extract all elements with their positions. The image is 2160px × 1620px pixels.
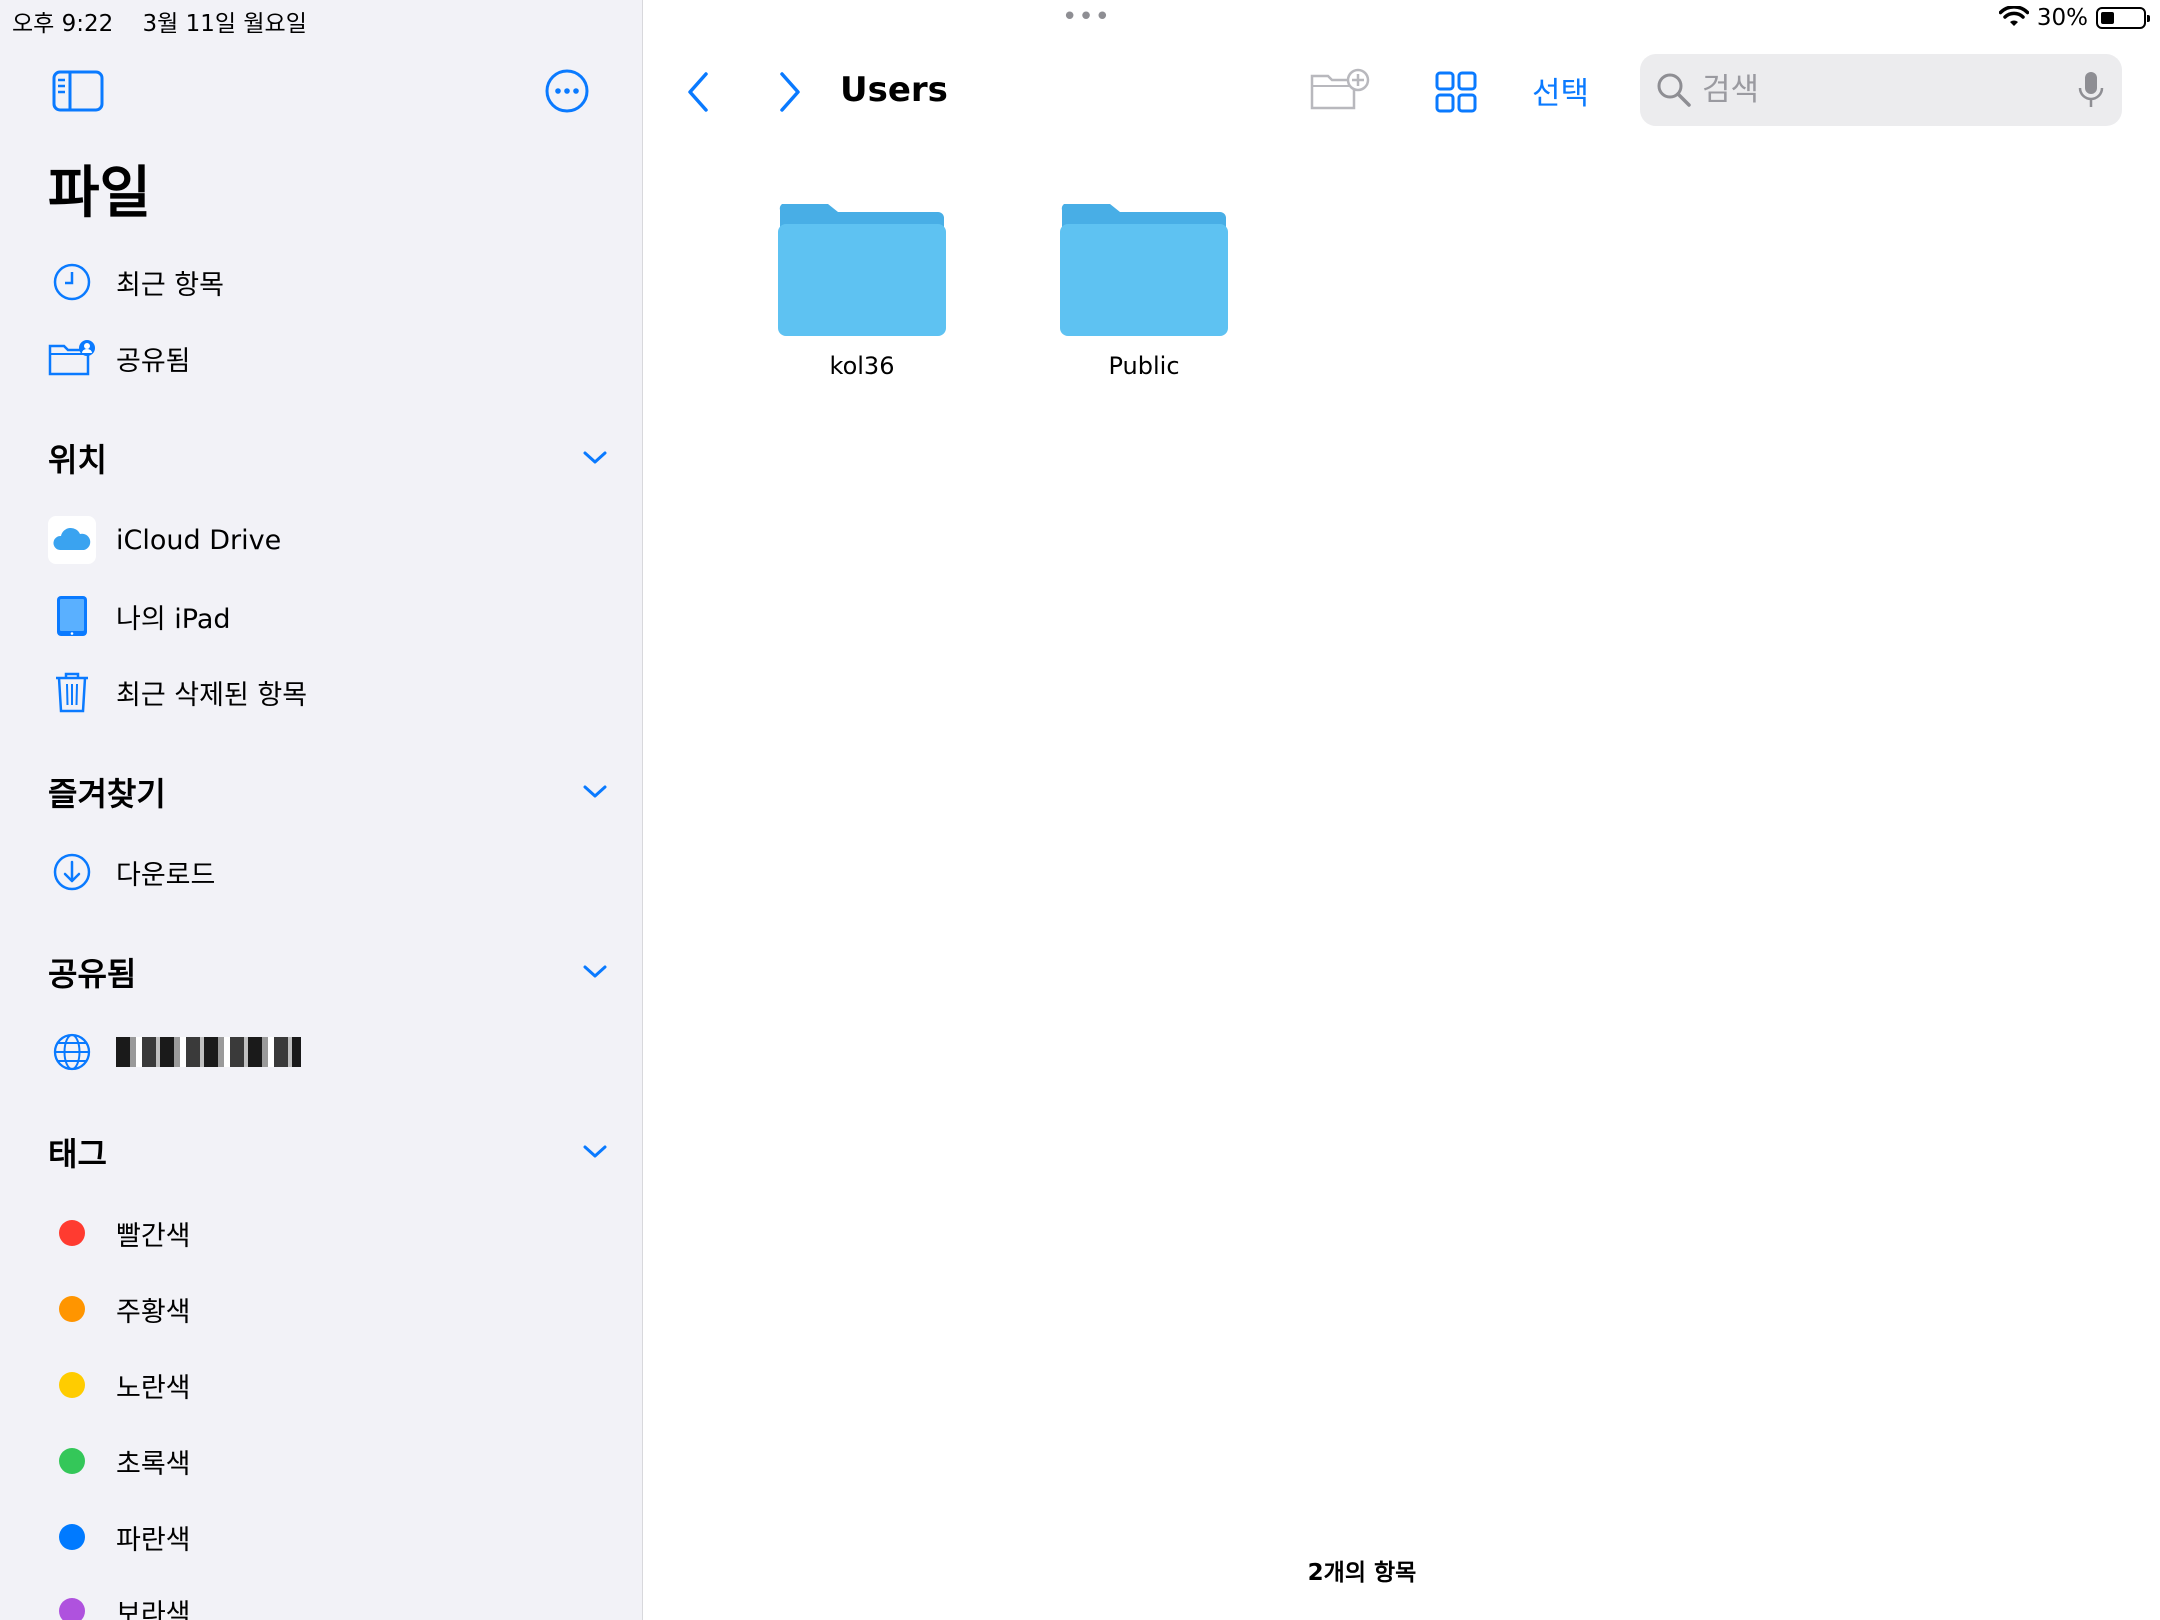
download-icon	[48, 848, 96, 896]
tag-dot-icon	[59, 1448, 85, 1474]
folder-icon	[778, 204, 946, 336]
sidebar-item-tag-blue[interactable]: 파란색	[48, 1507, 608, 1567]
chevron-left-icon	[688, 72, 708, 112]
sidebar-toggle-button[interactable]	[52, 70, 104, 116]
section-header-locations[interactable]: 위치	[48, 428, 608, 488]
sidebar: 파일 최근 항목 공유됨 위치 iCloud Drive 나의 iPad 최근 …	[0, 0, 643, 1620]
battery-icon	[2096, 7, 2150, 29]
clock-icon	[48, 258, 96, 306]
select-button[interactable]: 선택	[1532, 68, 1589, 113]
section-title: 즐겨찾기	[48, 775, 166, 813]
sidebar-item-label: 노란색	[116, 1372, 191, 1404]
more-button[interactable]	[544, 68, 590, 118]
item-count: 2개의 항목	[1307, 1560, 1417, 1586]
sidebar-item-icloud-drive[interactable]: iCloud Drive	[48, 510, 608, 570]
battery-fill	[2101, 12, 2114, 24]
chevron-right-icon	[780, 72, 800, 112]
sidebar-item-shared-server[interactable]	[48, 1022, 608, 1082]
back-button[interactable]	[684, 70, 712, 118]
sidebar-item-label: 공유됨	[116, 345, 191, 377]
chevron-down-icon[interactable]	[582, 784, 608, 800]
new-folder-icon	[1310, 68, 1370, 110]
folder-name: kol36	[829, 352, 895, 380]
grid-icon	[1435, 71, 1477, 113]
section-header-shared[interactable]: 공유됨	[48, 942, 608, 1002]
status-right: 30%	[1998, 5, 2150, 31]
folder-item[interactable]: kol36	[752, 200, 972, 380]
sidebar-item-tag-yellow[interactable]: 노란색	[48, 1355, 608, 1415]
shared-folder-icon	[48, 334, 96, 382]
section-title: 공유됨	[48, 955, 137, 993]
battery-percent: 30%	[2036, 5, 2088, 31]
ipad-icon	[48, 592, 96, 640]
ellipsis-circle-icon	[545, 69, 589, 113]
sidebar-item-label: 초록색	[116, 1448, 191, 1480]
chevron-down-icon[interactable]	[582, 964, 608, 980]
sidebar-item-label: 최근 항목	[116, 269, 224, 301]
sidebar-item-my-ipad[interactable]: 나의 iPad	[48, 586, 608, 646]
sidebar-item-label: 주황색	[116, 1296, 191, 1328]
tag-dot-icon	[59, 1598, 85, 1620]
folder-item[interactable]: Public	[1034, 200, 1254, 380]
sidebar-item-tag-green[interactable]: 초록색	[48, 1431, 608, 1491]
tag-dot-icon	[59, 1220, 85, 1246]
new-folder-button[interactable]	[1310, 68, 1370, 116]
microphone-icon[interactable]	[2078, 70, 2104, 110]
chevron-down-icon[interactable]	[582, 1144, 608, 1160]
section-header-favorites[interactable]: 즐겨찾기	[48, 762, 608, 822]
sidebar-item-label: iCloud Drive	[116, 524, 282, 556]
sidebar-item-recents[interactable]: 최근 항목	[48, 252, 608, 312]
search-icon	[1657, 73, 1691, 107]
icloud-icon	[48, 516, 96, 564]
folder-icon	[1060, 204, 1228, 336]
sidebar-icon	[52, 70, 104, 112]
sidebar-title: 파일	[48, 161, 152, 226]
globe-icon	[48, 1028, 96, 1076]
section-title: 위치	[48, 441, 107, 479]
trash-icon	[48, 668, 96, 716]
folder-name: Public	[1108, 352, 1180, 380]
wifi-icon	[1998, 6, 2029, 26]
sidebar-item-label: 빨간색	[116, 1220, 191, 1252]
main-content: Users 선택 kol36 Public 2개의 항목	[644, 0, 2160, 1620]
redacted-server-name	[116, 1037, 301, 1067]
status-clock: 오후 9:22	[12, 11, 114, 37]
sidebar-item-label: 보라색	[116, 1598, 191, 1620]
search-bar[interactable]	[1640, 54, 2122, 126]
sidebar-item-label: 파란색	[116, 1524, 191, 1556]
section-title: 태그	[48, 1135, 107, 1173]
status-date: 3월 11일 월요일	[142, 11, 307, 37]
tag-dot-icon	[59, 1372, 85, 1398]
sidebar-item-tag-orange[interactable]: 주황색	[48, 1279, 608, 1339]
sidebar-item-tag-red[interactable]: 빨간색	[48, 1203, 608, 1263]
folder-title: Users	[840, 70, 948, 110]
sidebar-item-label: 최근 삭제된 항목	[116, 679, 308, 711]
forward-button[interactable]	[776, 70, 804, 118]
status-bar: 오후 9:22 3월 11일 월요일 ••• 30%	[0, 0, 2160, 38]
sidebar-item-label: 나의 iPad	[116, 603, 231, 635]
status-time: 오후 9:22 3월 11일 월요일	[12, 4, 307, 38]
tag-dot-icon	[59, 1296, 85, 1322]
multitask-dots[interactable]: •••	[1062, 2, 1111, 32]
tag-dot-icon	[59, 1524, 85, 1550]
sidebar-item-shared[interactable]: 공유됨	[48, 328, 608, 388]
sidebar-item-recently-deleted[interactable]: 최근 삭제된 항목	[48, 662, 608, 722]
search-input[interactable]	[1702, 72, 2062, 108]
view-options-button[interactable]	[1434, 70, 1478, 118]
section-header-tags[interactable]: 태그	[48, 1122, 608, 1182]
sidebar-item-tag-purple[interactable]: 보라색	[48, 1581, 608, 1620]
sidebar-item-downloads[interactable]: 다운로드	[48, 842, 608, 902]
chevron-down-icon[interactable]	[582, 450, 608, 466]
sidebar-item-label: 다운로드	[116, 859, 216, 891]
